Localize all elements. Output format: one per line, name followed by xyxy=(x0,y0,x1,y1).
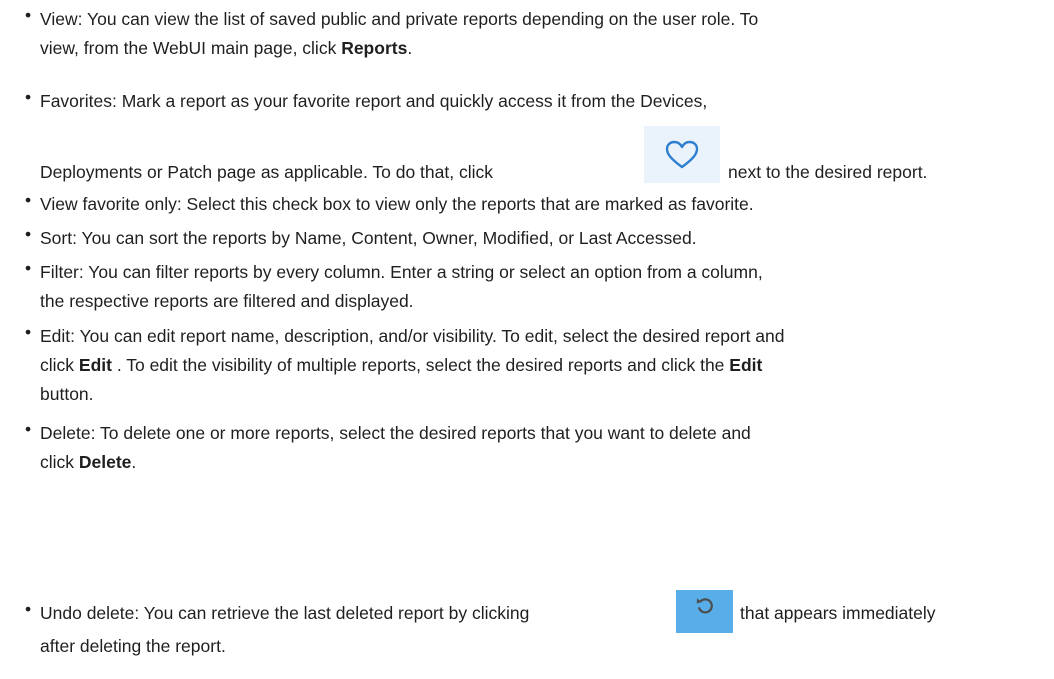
bullet: • xyxy=(25,224,32,244)
text-line: Edit: You can edit report name, descript… xyxy=(40,326,785,346)
text-line: click Edit . To edit the visibility of m… xyxy=(40,355,763,375)
document-page: • View: You can view the list of saved p… xyxy=(0,0,1054,679)
bullet: • xyxy=(25,87,32,107)
bullet: • xyxy=(25,258,32,278)
text-line: the respective reports are filtered and … xyxy=(40,291,414,311)
text-line: Favorites: Mark a report as your favorit… xyxy=(40,91,708,111)
favorite-button[interactable] xyxy=(644,126,720,183)
bullet: • xyxy=(25,419,32,439)
text-line: after deleting the report. xyxy=(40,636,226,656)
bullet: • xyxy=(25,5,32,25)
bullet: • xyxy=(25,599,32,619)
delete-term: Delete xyxy=(78,452,132,472)
edit-term: Edit xyxy=(78,355,112,375)
bullet: • xyxy=(25,190,32,210)
heart-icon xyxy=(665,140,699,168)
edit-button-term: Edit xyxy=(729,355,763,375)
undo-icon xyxy=(696,598,713,614)
text-line: view, from the WebUI main page, click Re… xyxy=(40,38,413,58)
text-line: Sort: You can sort the reports by Name, … xyxy=(40,228,697,248)
undo-button[interactable] xyxy=(676,590,733,633)
bullet: • xyxy=(25,322,32,342)
text-line: click Delete. xyxy=(40,452,137,472)
text-line: Filter: You can filter reports by every … xyxy=(40,262,763,282)
text-line: button. xyxy=(40,384,94,404)
text-line: that appears immediately xyxy=(740,603,936,623)
text-line: Delete: To delete one or more reports, s… xyxy=(40,423,751,443)
text-line: next to the desired report. xyxy=(728,162,928,182)
reports-term: Reports xyxy=(341,38,408,58)
text-line: View favorite only: Select this check bo… xyxy=(40,194,754,214)
text-line: View: You can view the list of saved pub… xyxy=(40,9,759,29)
